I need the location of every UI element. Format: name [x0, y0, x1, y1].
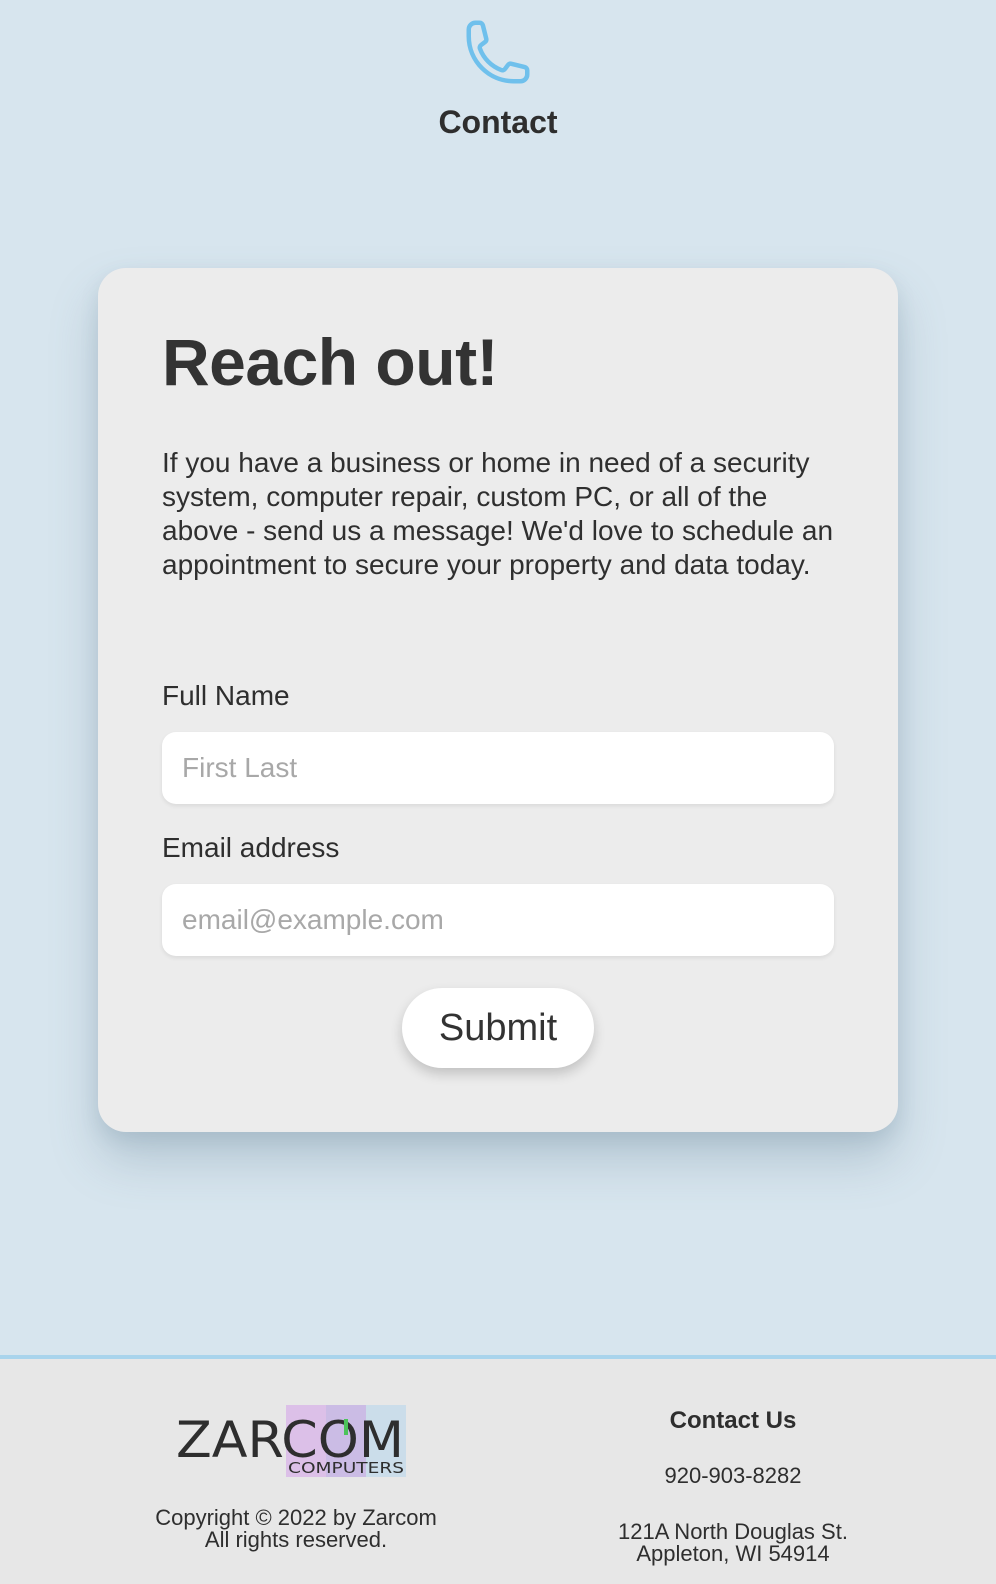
- card-title: Reach out!: [162, 325, 499, 399]
- full-name-label: Full Name: [162, 680, 290, 711]
- contact-address: 121A North Douglas St. Appleton, WI 5491…: [583, 1521, 883, 1565]
- email-label: Email address: [162, 832, 340, 863]
- copyright-line: Copyright © 2022 by Zarcom: [155, 1505, 437, 1530]
- contact-form-card: Reach out! If you have a business or hom…: [98, 268, 898, 1132]
- rights-line: All rights reserved.: [204, 1527, 388, 1552]
- zarcom-logo: ZARCOM COMPUTERS: [176, 1405, 406, 1477]
- phone-icon: [466, 20, 530, 84]
- page-header: Contact: [0, 0, 996, 160]
- card-description: If you have a business or home in need o…: [162, 447, 834, 580]
- full-name-input[interactable]: [162, 732, 834, 804]
- footer: ZARCOM COMPUTERS Copyright © 2022 by Zar…: [0, 1355, 996, 1584]
- copyright: Copyright © 2022 by Zarcom All rights re…: [96, 1507, 496, 1551]
- contact-phone: 920-903-8282: [664, 1463, 802, 1488]
- address-street: 121A North Douglas St.: [618, 1519, 848, 1544]
- email-input[interactable]: [162, 884, 834, 956]
- page-title: Contact: [438, 104, 558, 140]
- submit-button[interactable]: Submit: [402, 988, 594, 1068]
- logo-sub-text: COMPUTERS: [288, 1459, 404, 1477]
- contact-us-heading: Contact Us: [669, 1407, 797, 1434]
- address-city: Appleton, WI 54914: [636, 1541, 830, 1566]
